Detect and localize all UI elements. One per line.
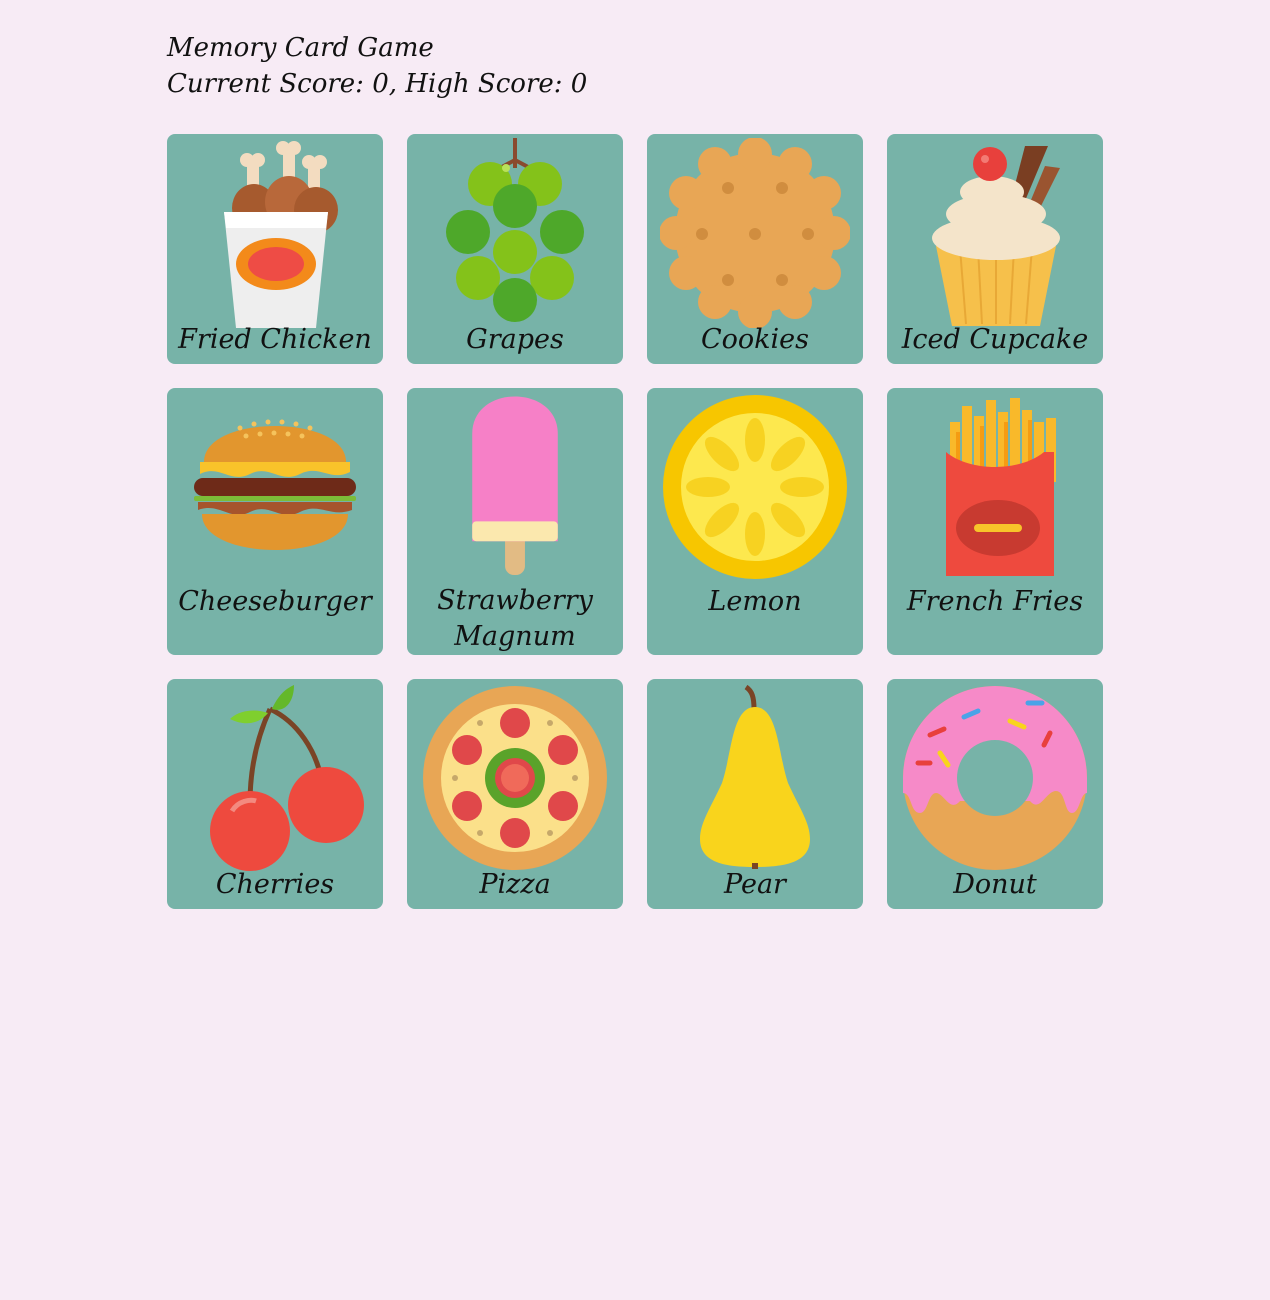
grapes-icon (446, 138, 584, 322)
card-cheeseburger[interactable]: Cheeseburger (167, 388, 383, 655)
card-grapes[interactable]: Grapes (407, 134, 623, 364)
card-label: Cookies (701, 324, 809, 355)
card-donut[interactable]: Donut (887, 679, 1103, 909)
card-label: Cherries (215, 869, 335, 900)
card-cookies[interactable]: Cookies (647, 134, 863, 364)
score-display: Current Score: 0, High Score: 0 (167, 69, 588, 99)
card-lemon[interactable]: Lemon (647, 388, 863, 655)
french-fries-icon (946, 398, 1056, 576)
game-title: Memory Card Game (167, 33, 434, 63)
cherries-icon (210, 685, 364, 871)
card-fried-chicken[interactable]: Fried Chicken (167, 134, 383, 364)
cupcake-icon (932, 146, 1060, 326)
popsicle-icon (472, 396, 558, 576)
card-label: Pear (724, 869, 786, 900)
card-iced-cupcake[interactable]: Iced Cupcake (887, 134, 1103, 364)
card-label: Grapes (466, 324, 564, 355)
card-label: Cheeseburger (178, 586, 372, 617)
lemon-icon (663, 395, 847, 579)
card-label: Iced Cupcake (901, 324, 1089, 355)
card-french-fries[interactable]: French Fries (887, 388, 1103, 655)
card-label: French Fries (906, 586, 1084, 617)
game-container: Memory Card Game Current Score: 0, High … (167, 30, 1103, 909)
card-label: Fried Chicken (178, 324, 372, 355)
fried-chicken-icon (224, 141, 338, 328)
card-label: Lemon (708, 586, 802, 617)
cookie-icon (660, 138, 850, 328)
cheeseburger-icon (194, 419, 356, 550)
card-strawberry-magnum[interactable]: Strawberry Magnum (407, 388, 623, 655)
card-label: Donut (953, 869, 1037, 900)
donut-icon (903, 686, 1087, 870)
card-label: Strawberry Magnum (437, 585, 593, 652)
card-cherries[interactable]: Cherries (167, 679, 383, 909)
card-pizza[interactable]: Pizza (407, 679, 623, 909)
card-label: Pizza (479, 869, 551, 900)
pizza-icon (423, 686, 607, 870)
pear-icon (700, 684, 810, 869)
card-pear[interactable]: Pear (647, 679, 863, 909)
card-grid: Fried Chicken Grapes Cookies Iced Cupcak… (167, 134, 1103, 909)
